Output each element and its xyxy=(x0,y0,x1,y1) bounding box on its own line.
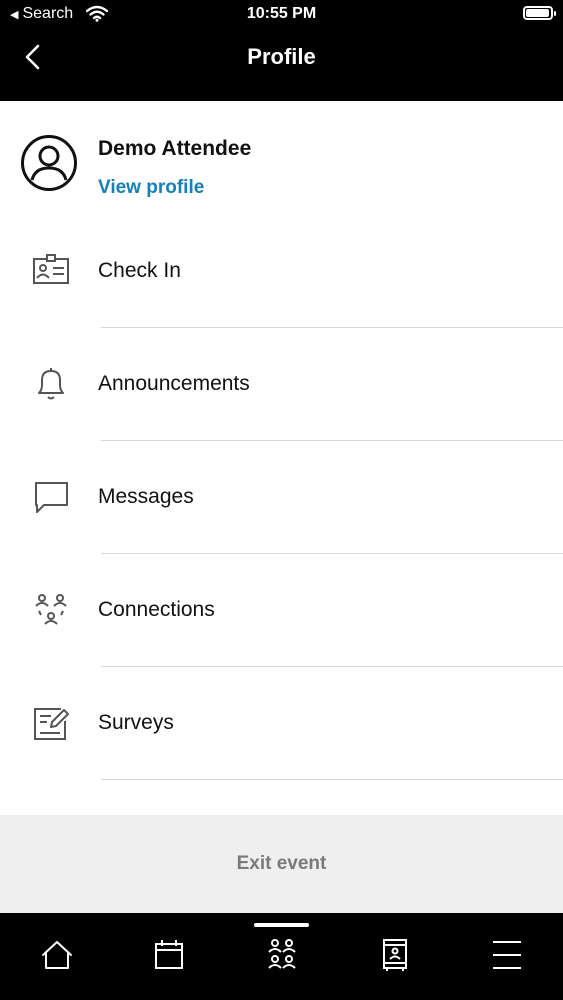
tab-schedule[interactable] xyxy=(147,933,191,977)
selected-tab-indicator xyxy=(254,923,309,927)
menu-item-check-in[interactable]: Check In xyxy=(0,215,563,328)
tab-more[interactable] xyxy=(485,933,529,977)
home-icon xyxy=(42,941,72,969)
tab-exhibitors[interactable] xyxy=(373,933,417,977)
menu-item-surveys[interactable]: Surveys xyxy=(0,667,563,780)
bottom-tab-bar xyxy=(0,913,563,1000)
survey-edit-icon xyxy=(34,708,69,740)
exit-event-button[interactable]: Exit event xyxy=(0,815,563,913)
exit-event-label: Exit event xyxy=(236,853,327,874)
menu-icon xyxy=(493,941,521,969)
id-badge-icon xyxy=(33,254,69,284)
booth-icon xyxy=(383,939,407,971)
status-time: 10:55 PM xyxy=(246,5,317,22)
profile-name: Demo Attendee xyxy=(98,137,252,160)
bell-icon xyxy=(38,368,64,400)
tab-people[interactable] xyxy=(260,933,304,977)
battery-level xyxy=(526,9,549,17)
calendar-icon xyxy=(155,940,183,969)
menu-item-messages[interactable]: Messages xyxy=(0,441,563,554)
view-profile-link[interactable]: View profile xyxy=(98,177,204,199)
menu-item-label: Announcements xyxy=(98,372,250,395)
top-bar: ◀ Search 10:55 PM Profile xyxy=(0,0,563,101)
chat-bubble-icon xyxy=(35,482,68,513)
profile-summary: Demo Attendee View profile xyxy=(0,101,563,211)
menu-item-label: Surveys xyxy=(98,711,174,734)
menu-item-label: Check In xyxy=(98,259,181,282)
battery-icon xyxy=(523,6,556,20)
page-title: Profile xyxy=(247,44,316,69)
profile-menu: Check In Announcements Messages Connecti… xyxy=(0,215,563,780)
user-circle-icon xyxy=(21,135,77,191)
menu-item-connections[interactable]: Connections xyxy=(0,554,563,667)
divider xyxy=(101,779,563,780)
people-network-icon xyxy=(35,594,67,625)
people-icon xyxy=(268,939,296,969)
menu-item-label: Connections xyxy=(98,598,215,621)
tab-home[interactable] xyxy=(35,933,79,977)
menu-item-label: Messages xyxy=(98,485,194,508)
status-bar: ◀ Search 10:55 PM xyxy=(0,0,563,30)
menu-item-announcements[interactable]: Announcements xyxy=(0,328,563,441)
